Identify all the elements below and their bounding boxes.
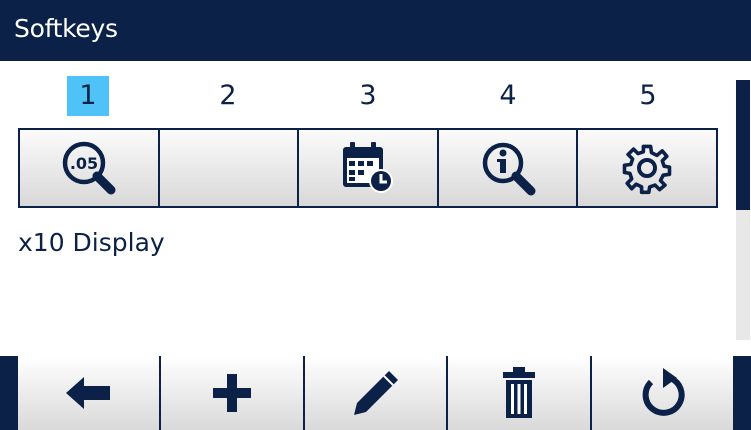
scrollbar-thumb[interactable]: [736, 80, 750, 210]
softkey-2-empty[interactable]: [159, 130, 300, 206]
softkey-number-5[interactable]: 5: [578, 76, 718, 116]
softkey-1[interactable]: .05: [20, 130, 160, 206]
softkey-5[interactable]: [578, 130, 716, 206]
info-search-icon: [482, 142, 536, 196]
x10-display-zoom-icon: .05: [62, 141, 116, 195]
gear-icon: [622, 144, 672, 195]
softkey-row: .05: [18, 128, 718, 208]
calendar-clock-icon: [342, 142, 393, 193]
softkey-3[interactable]: [299, 130, 439, 206]
page-title: Softkeys: [14, 14, 118, 43]
add-button[interactable]: [161, 356, 305, 430]
delete-button[interactable]: [448, 356, 592, 430]
edit-button[interactable]: [304, 356, 449, 430]
pencil-icon: [353, 371, 398, 415]
refresh-icon: [642, 368, 685, 416]
softkey-number-4[interactable]: 4: [438, 76, 578, 116]
zoom-value-text: .05: [70, 154, 98, 173]
softkey-number-2[interactable]: 2: [158, 76, 298, 116]
softkey-description: x10 Display: [18, 228, 165, 257]
arrow-left-icon: [65, 377, 110, 409]
bottom-toolbar: [0, 356, 751, 430]
title-bar: Softkeys: [0, 0, 751, 63]
scrollbar[interactable]: [736, 80, 750, 340]
back-button[interactable]: [18, 356, 162, 430]
softkey-4[interactable]: [438, 130, 579, 206]
refresh-button[interactable]: [591, 356, 734, 430]
softkey-number-row: 1 2 3 4 5: [18, 76, 718, 116]
trash-icon: [502, 367, 535, 418]
softkey-number-1[interactable]: 1: [18, 76, 158, 116]
plus-icon: [213, 374, 252, 412]
softkey-number-3[interactable]: 3: [298, 76, 438, 116]
